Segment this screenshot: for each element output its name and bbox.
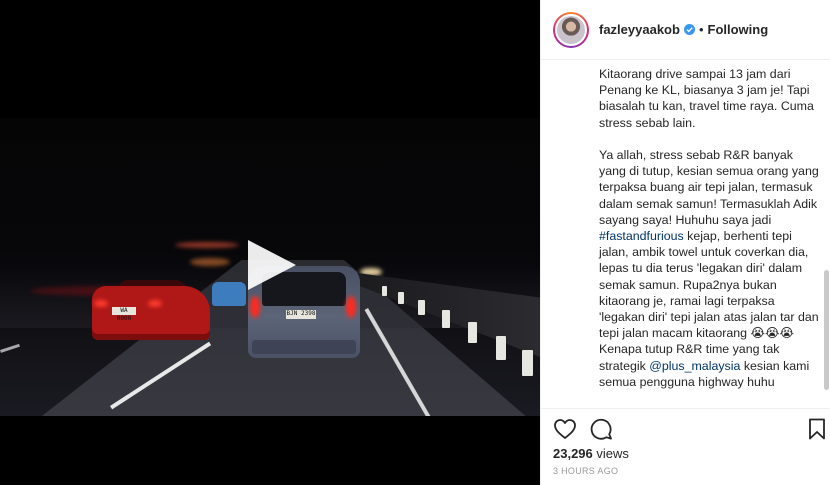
caption-scrollbar-thumb[interactable]	[824, 270, 829, 390]
suv-plate: BJN 2398	[286, 310, 316, 319]
red-car	[92, 286, 210, 340]
avatar-image	[555, 13, 587, 46]
play-icon	[248, 240, 296, 290]
avatar[interactable]	[553, 11, 589, 48]
heart-icon[interactable]	[553, 417, 577, 441]
play-button[interactable]	[240, 236, 298, 294]
tail-light	[346, 296, 356, 318]
video-pane[interactable]: WA 0000 BJN 2398	[0, 0, 540, 485]
caption-area[interactable]: Kitaorang drive sampai 13 jam dari Penan…	[541, 60, 830, 408]
rail-post	[522, 350, 533, 376]
distant-light	[175, 242, 239, 248]
caption-text: Ya allah, stress sebab R&R banyak yang d…	[599, 148, 819, 227]
tail-light	[148, 300, 162, 307]
tail-light	[94, 300, 108, 307]
views-count[interactable]: 23,296 views	[553, 446, 629, 461]
rail-post	[382, 286, 387, 296]
header-separator: •	[698, 22, 704, 37]
lane-marking	[0, 343, 20, 353]
rail-post	[398, 292, 404, 304]
verified-badge-icon	[683, 24, 695, 35]
suv-bumper	[252, 340, 356, 354]
red-car-plate: WA 0000	[112, 307, 136, 322]
caption-paragraph: Ya allah, stress sebab R&R banyak yang d…	[599, 147, 823, 390]
caption-text: kejap, berhenti tepi jalan, ambik towel …	[599, 229, 819, 373]
mention-link[interactable]: @plus_malaysia	[649, 359, 740, 373]
action-bar	[541, 408, 830, 448]
tail-light	[250, 296, 260, 318]
post-sidebar: fazleyyaakob • Following Kitaorang drive…	[540, 0, 830, 485]
hashtag-link[interactable]: #fastandfurious	[599, 229, 684, 243]
rail-post	[468, 322, 477, 343]
comment-icon[interactable]	[589, 417, 613, 441]
views-number: 23,296	[553, 446, 593, 461]
rail-post	[442, 310, 450, 328]
username-link[interactable]: fazleyyaakob	[599, 22, 680, 37]
post-timestamp[interactable]: 3 HOURS AGO	[553, 466, 618, 476]
following-button[interactable]: Following	[708, 22, 769, 37]
caption: Kitaorang drive sampai 13 jam dari Penan…	[599, 66, 823, 406]
caption-paragraph: Kitaorang drive sampai 13 jam dari Penan…	[599, 67, 814, 130]
post-header: fazleyyaakob • Following	[541, 0, 830, 60]
rail-post	[418, 300, 425, 315]
rail-post	[496, 336, 506, 360]
distant-light	[190, 258, 230, 266]
views-label: views	[596, 446, 629, 461]
bookmark-icon[interactable]	[805, 417, 829, 441]
